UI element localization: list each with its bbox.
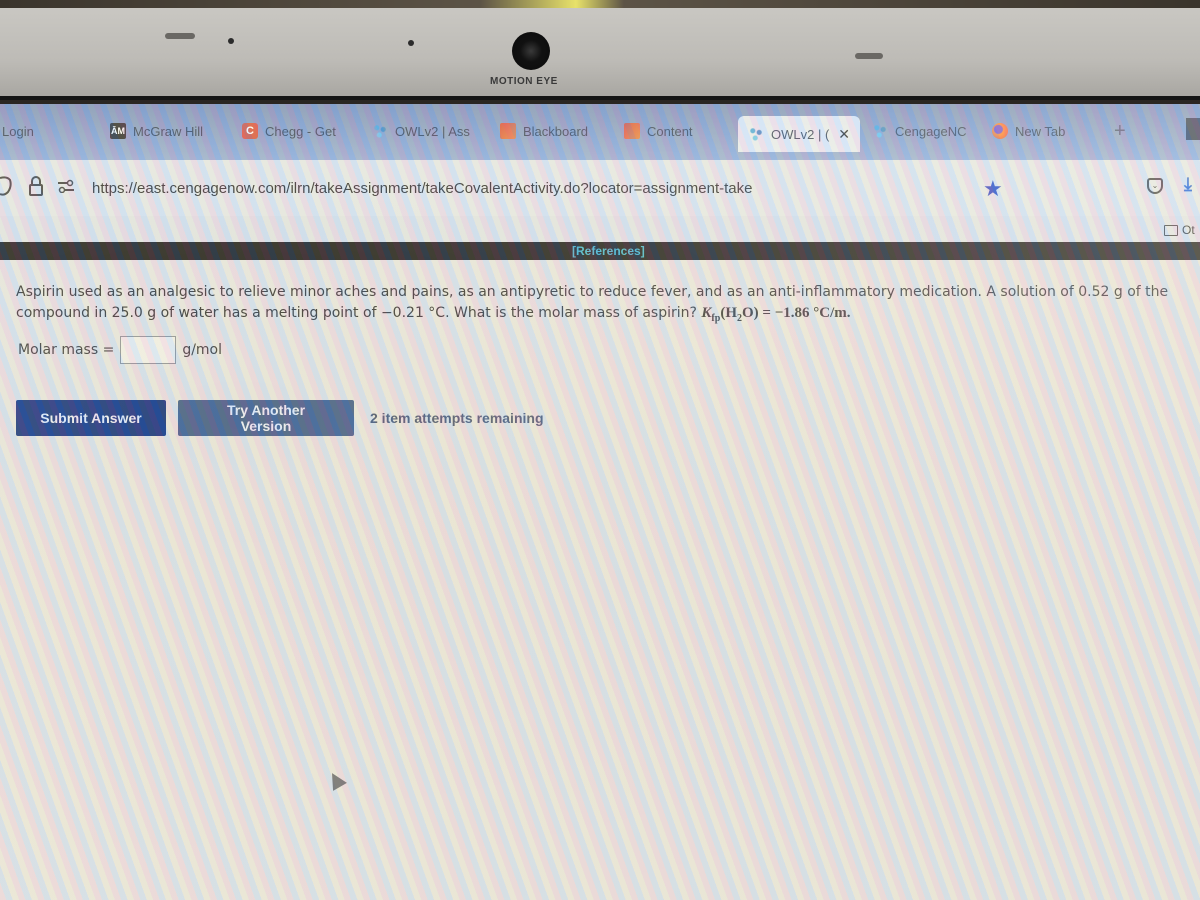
bookmark-star-icon[interactable]: ★ [983,176,1003,202]
owl-logo-icon [872,123,888,139]
molar-mass-input[interactable] [120,336,177,364]
firefox-logo-icon [992,123,1008,139]
webcam [512,32,550,70]
tamu-logo-icon: ĀM [110,123,126,139]
constant-subscript: fp [711,313,721,324]
tab-content[interactable]: Content [624,116,693,146]
nav-icons [0,176,74,196]
bezel-slot [855,53,883,59]
references-bar: [References] [0,242,1200,260]
tab-overflow-icon[interactable] [1186,118,1200,140]
submit-answer-button[interactable]: Submit Answer [16,400,166,436]
browser-window: Login ĀM McGraw Hill C Chegg - Get OWLv2… [0,104,1200,900]
references-link[interactable]: [References] [572,244,645,258]
tab-label: New Tab [1015,123,1066,139]
lock-icon[interactable] [28,176,44,196]
bezel-slot [165,33,195,39]
tab-blackboard[interactable]: Blackboard [500,116,588,146]
other-bookmarks[interactable]: Ot [1164,223,1195,237]
tab-cengage[interactable]: CengageNC [872,116,967,146]
question-text: Aspirin used as an analgesic to relieve … [16,282,1186,329]
tab-owl-assignment[interactable]: OWLv2 | Ass [372,116,470,146]
tab-label: Login [2,123,34,139]
laptop-bezel: MOTION EYE [0,8,1200,100]
tab-label: McGraw Hill [133,123,204,139]
bezel-mic [408,40,414,46]
try-another-version-button[interactable]: Try Another Version [178,400,354,436]
bookmarks-bar: Ot [0,216,1200,242]
camera-label: MOTION EYE [490,76,558,87]
constant-symbol: K [701,305,712,321]
blackboard-logo-icon [500,123,516,139]
tab-label: OWLv2 | ( [771,126,830,142]
constant-value: = −1.86 °C/m. [758,305,851,321]
close-tab-icon[interactable]: ✕ [838,126,850,143]
blackboard-logo-icon [624,123,640,139]
tab-label: Content [647,123,693,139]
chegg-logo-icon: C [242,123,258,139]
tab-label: Blackboard [523,123,589,139]
freezing-point-constant: Kfp(H2O) = −1.86 °C/m. [701,305,851,324]
action-buttons: Submit Answer Try Another Version 2 item… [16,400,544,436]
mouse-cursor-icon [325,769,347,791]
answer-row: Molar mass = g/mol [18,336,222,364]
unit-label: g/mol [182,342,223,358]
tab-chegg[interactable]: C Chegg - Get [242,116,336,146]
folder-icon [1164,224,1178,236]
shield-icon[interactable] [0,176,14,196]
url-bar[interactable]: https://east.cengagenow.com/ilrn/takeAss… [92,180,753,197]
molar-mass-label: Molar mass = [18,342,115,358]
bezel-indicator [228,38,234,44]
tab-label: Chegg - Get [265,123,336,139]
question-body: Aspirin used as an analgesic to relieve … [16,284,1169,321]
navigation-bar: https://east.cengagenow.com/ilrn/takeAss… [0,160,1200,216]
new-tab-button[interactable]: + [1114,120,1126,143]
tab-label: OWLv2 | Ass [395,123,470,139]
tab-bar: Login ĀM McGraw Hill C Chegg - Get OWLv2… [0,104,1200,160]
tab-owl-active[interactable]: OWLv2 | ( ✕ [738,116,861,152]
tab-label: CengageNC [895,123,967,139]
other-bookmarks-label: Ot [1182,223,1195,237]
tab-mcgraw-hill[interactable]: ĀM McGraw Hill [110,116,203,146]
species-prefix: (H [720,305,737,321]
download-icon[interactable]: ⤓ [1184,174,1192,195]
attempts-remaining: 2 item attempts remaining [370,410,544,426]
owl-logo-icon [748,126,764,142]
species-suffix: O) [742,305,759,321]
permissions-icon[interactable] [58,179,74,193]
tab-new-tab[interactable]: New Tab [992,116,1065,146]
owl-logo-icon [372,123,388,139]
pocket-icon[interactable]: ⌄ [1147,178,1163,194]
tab-login[interactable]: Login [2,116,34,146]
